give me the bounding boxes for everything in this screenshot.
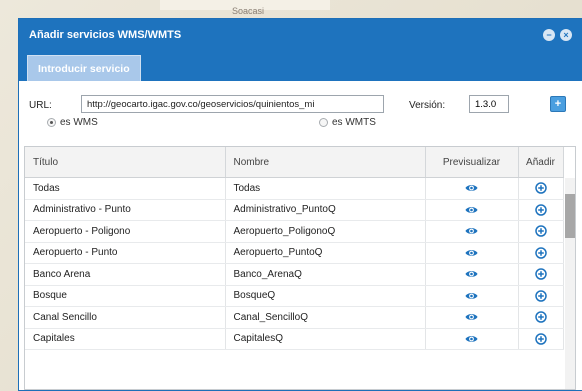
wms-dialog: Añadir servicios WMS/WMTS − × Introducir…	[18, 18, 582, 391]
cell-nombre: BosqueQ	[225, 285, 426, 307]
column-header-anadir[interactable]: Añadir	[518, 147, 564, 178]
table-row[interactable]: Canal Sencillo Canal_SencilloQ	[25, 306, 564, 329]
add-cell	[518, 328, 564, 350]
map-place-label: Soacasi	[232, 6, 265, 16]
table-row[interactable]: Banco Arena Banco_ArenaQ	[25, 263, 564, 286]
column-header-titulo[interactable]: Título	[25, 147, 226, 178]
plus-circle-icon[interactable]	[534, 311, 547, 323]
plus-circle-icon[interactable]	[534, 204, 547, 216]
cell-nombre: Aeropuerto_PoligonoQ	[225, 220, 426, 243]
cell-nombre: Canal_SencilloQ	[225, 306, 426, 329]
plus-circle-icon[interactable]	[534, 182, 547, 194]
add-cell	[518, 242, 564, 264]
radio-wms-indicator[interactable]	[47, 118, 56, 127]
column-header-previsualizar[interactable]: Previsualizar	[425, 147, 519, 178]
preview-cell	[425, 199, 519, 221]
table-row[interactable]: Bosque BosqueQ	[25, 285, 564, 307]
radio-wmts-label: es WMTS	[332, 117, 376, 128]
cell-nombre: Banco_ArenaQ	[225, 263, 426, 286]
tab-introducir-servicio[interactable]: Introducir servicio	[27, 55, 141, 81]
layers-table: Título Nombre Previsualizar Añadir Todas…	[24, 146, 576, 390]
plus-circle-icon[interactable]	[534, 290, 547, 302]
cell-titulo: Todas	[25, 177, 226, 200]
add-cell	[518, 285, 564, 307]
add-cell	[518, 177, 564, 200]
cell-titulo: Canal Sencillo	[25, 306, 226, 329]
add-cell	[518, 306, 564, 329]
eye-icon[interactable]	[465, 312, 478, 323]
eye-icon[interactable]	[465, 269, 478, 280]
service-form: URL: Versión: + es WMS es WMTS	[19, 81, 582, 134]
plus-circle-icon[interactable]	[534, 247, 547, 259]
tab-strip: Introducir servicio	[19, 51, 582, 81]
close-icon[interactable]: ×	[560, 29, 572, 41]
radio-wms-label: es WMS	[60, 117, 98, 128]
cell-titulo: Bosque	[25, 285, 226, 307]
table-row[interactable]: Capitales CapitalesQ	[25, 328, 564, 350]
eye-icon[interactable]	[465, 204, 478, 215]
add-service-button[interactable]: +	[550, 96, 566, 112]
cell-titulo: Aeropuerto - Poligono	[25, 220, 226, 243]
preview-cell	[425, 306, 519, 329]
eye-icon[interactable]	[465, 183, 478, 194]
cell-nombre: Todas	[225, 177, 426, 200]
cell-titulo: Capitales	[25, 328, 226, 350]
table-row[interactable]: Aeropuerto - Punto Aeropuerto_PuntoQ	[25, 242, 564, 264]
cell-nombre: CapitalesQ	[225, 328, 426, 350]
cell-nombre: Administrativo_PuntoQ	[225, 199, 426, 221]
add-cell	[518, 220, 564, 243]
add-cell	[518, 263, 564, 286]
radio-wms[interactable]: es WMS	[47, 117, 98, 128]
cell-titulo: Banco Arena	[25, 263, 226, 286]
preview-cell	[425, 242, 519, 264]
preview-cell	[425, 285, 519, 307]
cell-titulo: Aeropuerto - Punto	[25, 242, 226, 264]
radio-wmts-indicator[interactable]	[319, 118, 328, 127]
plus-icon: +	[554, 98, 562, 110]
table-header-row: Título Nombre Previsualizar Añadir	[25, 147, 564, 178]
preview-cell	[425, 177, 519, 200]
table-row[interactable]: Todas Todas	[25, 177, 564, 200]
preview-cell	[425, 220, 519, 243]
minimize-icon[interactable]: −	[543, 29, 555, 41]
cell-titulo: Administrativo - Punto	[25, 199, 226, 221]
eye-icon[interactable]	[465, 226, 478, 237]
version-label: Versión:	[409, 100, 446, 111]
plus-circle-icon[interactable]	[534, 268, 547, 280]
column-header-nombre[interactable]: Nombre	[225, 147, 426, 178]
table-scrollbar-thumb[interactable]	[565, 194, 575, 238]
preview-cell	[425, 328, 519, 350]
eye-icon[interactable]	[465, 333, 478, 344]
url-label: URL:	[29, 100, 52, 111]
add-cell	[518, 199, 564, 221]
table-row[interactable]: Administrativo - Punto Administrativo_Pun…	[25, 199, 564, 221]
eye-icon[interactable]	[465, 247, 478, 258]
version-input[interactable]	[469, 95, 509, 113]
cell-nombre: Aeropuerto_PuntoQ	[225, 242, 426, 264]
dialog-titlebar[interactable]: Añadir servicios WMS/WMTS − ×	[19, 19, 582, 51]
plus-circle-icon[interactable]	[534, 225, 547, 237]
table-row[interactable]: Aeropuerto - Poligono Aeropuerto_Poligono…	[25, 220, 564, 243]
eye-icon[interactable]	[465, 290, 478, 301]
url-input[interactable]	[81, 95, 384, 113]
plus-circle-icon[interactable]	[534, 333, 547, 345]
dialog-title: Añadir servicios WMS/WMTS	[29, 29, 182, 41]
radio-wmts[interactable]: es WMTS	[319, 117, 376, 128]
preview-cell	[425, 263, 519, 286]
